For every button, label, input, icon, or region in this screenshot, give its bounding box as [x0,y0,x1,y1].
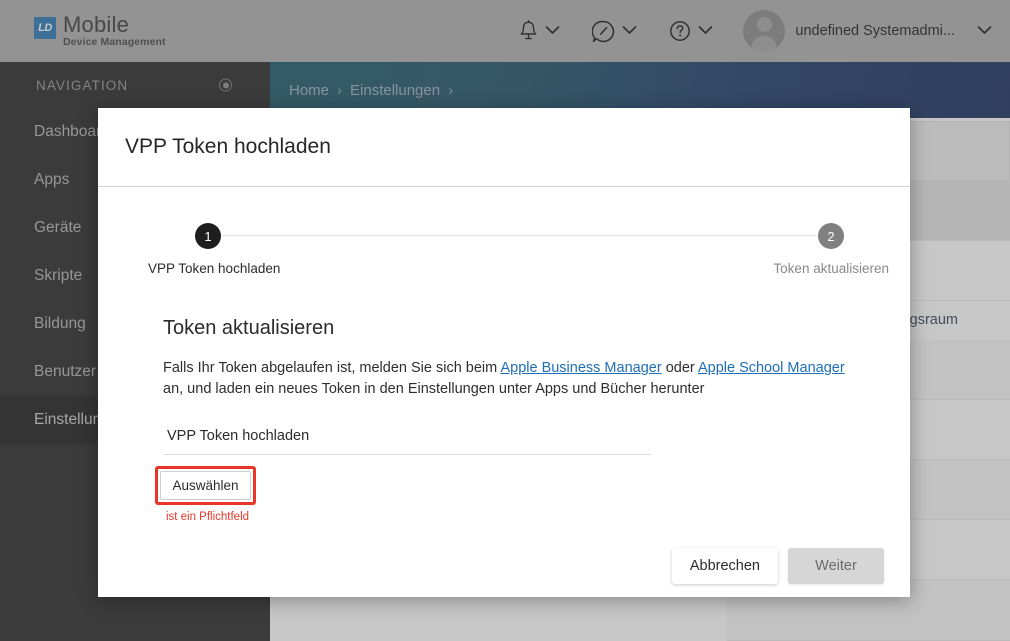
vpp-token-file-input[interactable] [163,422,651,455]
apple-school-manager-link[interactable]: Apple School Manager [698,360,845,376]
app-root: LD Mobile Device Management undefined Sy… [0,0,1010,641]
section-title: Token aktualisieren [163,317,335,339]
choose-file-area: Auswählen ist ein Pflichtfeld [155,465,261,523]
stepper-step-1[interactable]: 1 [195,223,221,249]
wizard-stepper: 1 2 [195,223,844,249]
next-button[interactable]: Weiter [788,547,884,584]
stepper-step-2[interactable]: 2 [818,223,844,249]
description-part-2: oder [661,360,698,376]
stepper-step-1-label: VPP Token hochladen [148,261,281,276]
stepper-step-2-label: Token aktualisieren [773,261,889,276]
dialog-footer: Abbrechen Weiter [98,523,910,609]
dialog-header: VPP Token hochladen [98,108,910,187]
stepper-labels: VPP Token hochladen Token aktualisieren [148,261,889,281]
vpp-token-upload-dialog: VPP Token hochladen 1 2 VPP Token hochla… [98,108,910,597]
validation-error-message: ist ein Pflichtfeld [165,510,250,523]
stepper-connector [221,235,818,236]
description-part-1: Falls Ihr Token abgelaufen ist, melden S… [163,360,501,376]
apple-business-manager-link[interactable]: Apple Business Manager [500,360,661,376]
section-description: Falls Ihr Token abgelaufen ist, melden S… [163,358,853,401]
choose-file-button[interactable]: Auswählen [160,470,251,500]
dialog-title: VPP Token hochladen [125,135,331,158]
file-field-row [163,422,651,455]
description-part-3: an, und laden ein neues Token in den Ein… [163,381,705,398]
dialog-body: 1 2 VPP Token hochladen Token aktualisie… [98,187,910,523]
cancel-button[interactable]: Abbrechen [671,547,778,584]
